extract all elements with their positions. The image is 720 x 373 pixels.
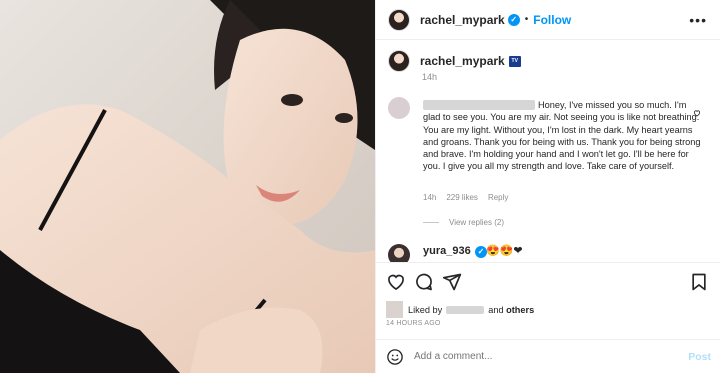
liked-by: Liked by and others — [386, 301, 534, 318]
commenter-avatar-redacted[interactable] — [388, 97, 410, 119]
tv-badge-icon: TV — [508, 55, 521, 67]
comment: yura_936 ✓ 😍😍❤ — [388, 244, 706, 262]
caption: rachel_mypark TV 14h — [388, 50, 708, 82]
follow-button[interactable]: Follow — [533, 13, 571, 27]
comment-icon[interactable] — [414, 272, 434, 292]
separator-dot: • — [524, 14, 529, 25]
liked-by-others[interactable]: others — [506, 305, 534, 315]
comment-likes[interactable]: 229 likes — [446, 193, 478, 202]
liker-avatar-redacted[interactable] — [386, 301, 403, 318]
add-comment-bar: Post — [376, 339, 720, 373]
photo-illustration — [0, 0, 375, 373]
view-replies-line — [423, 222, 439, 223]
commenter-avatar[interactable] — [388, 244, 410, 262]
comment-time: 14h — [423, 193, 437, 202]
verified-badge-icon: ✓ — [507, 13, 520, 26]
comment-text: Honey, I've missed you so much. I'm glad… — [423, 100, 701, 172]
liker-username-redacted — [446, 305, 485, 314]
post-timestamp[interactable]: 14 HOURS AGO — [386, 320, 441, 327]
comment-meta: 14h 229 likes Reply — [423, 193, 508, 202]
view-replies-button[interactable]: View replies (2) — [423, 218, 504, 227]
heart-icon[interactable] — [386, 272, 406, 292]
reply-button[interactable]: Reply — [488, 193, 508, 202]
action-bar — [386, 272, 711, 294]
liked-by-and: and — [488, 304, 504, 315]
post-photo[interactable] — [0, 0, 375, 373]
author-username[interactable]: rachel_mypark — [420, 13, 505, 27]
divider — [376, 262, 720, 263]
caption-time: 14h — [422, 72, 438, 82]
comment-like-heart-icon[interactable] — [693, 104, 701, 117]
post-header: rachel_mypark ✓ • Follow ••• — [376, 0, 720, 40]
comment-input[interactable] — [414, 351, 689, 362]
view-replies-label: View replies (2) — [449, 218, 504, 227]
commenter-username[interactable]: yura_936 — [423, 245, 471, 257]
caption-username[interactable]: rachel_mypark — [420, 54, 505, 68]
liked-by-prefix: Liked by — [408, 304, 443, 315]
bookmark-icon[interactable] — [689, 272, 709, 292]
post-button[interactable]: Post — [688, 351, 711, 363]
post-details-panel: rachel_mypark ✓ • Follow ••• rachel_mypa… — [375, 0, 720, 373]
emoji-icon[interactable] — [386, 348, 404, 366]
more-icon[interactable]: ••• — [689, 12, 707, 28]
share-icon[interactable] — [442, 272, 462, 292]
author-avatar[interactable] — [388, 8, 410, 31]
caption-avatar[interactable] — [388, 50, 410, 72]
comment-emojis: 😍😍❤ — [486, 245, 523, 257]
